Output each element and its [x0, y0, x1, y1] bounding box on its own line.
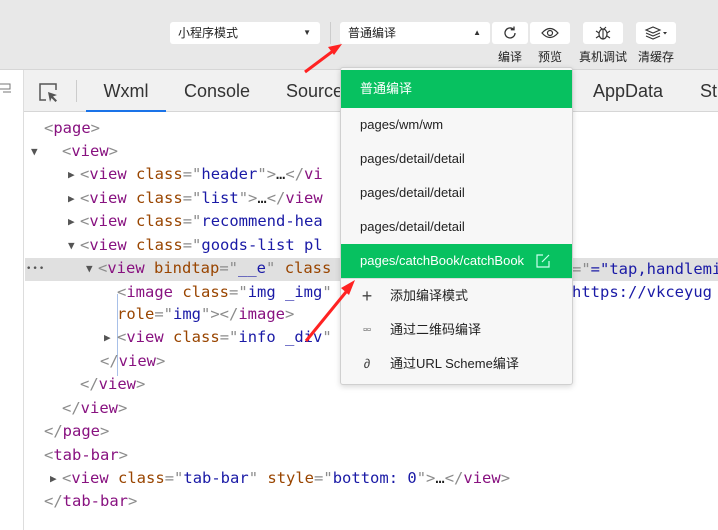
- annotation-arrows: [304, 44, 355, 342]
- red-arrow: [304, 44, 342, 74]
- red-arrow: [304, 280, 355, 342]
